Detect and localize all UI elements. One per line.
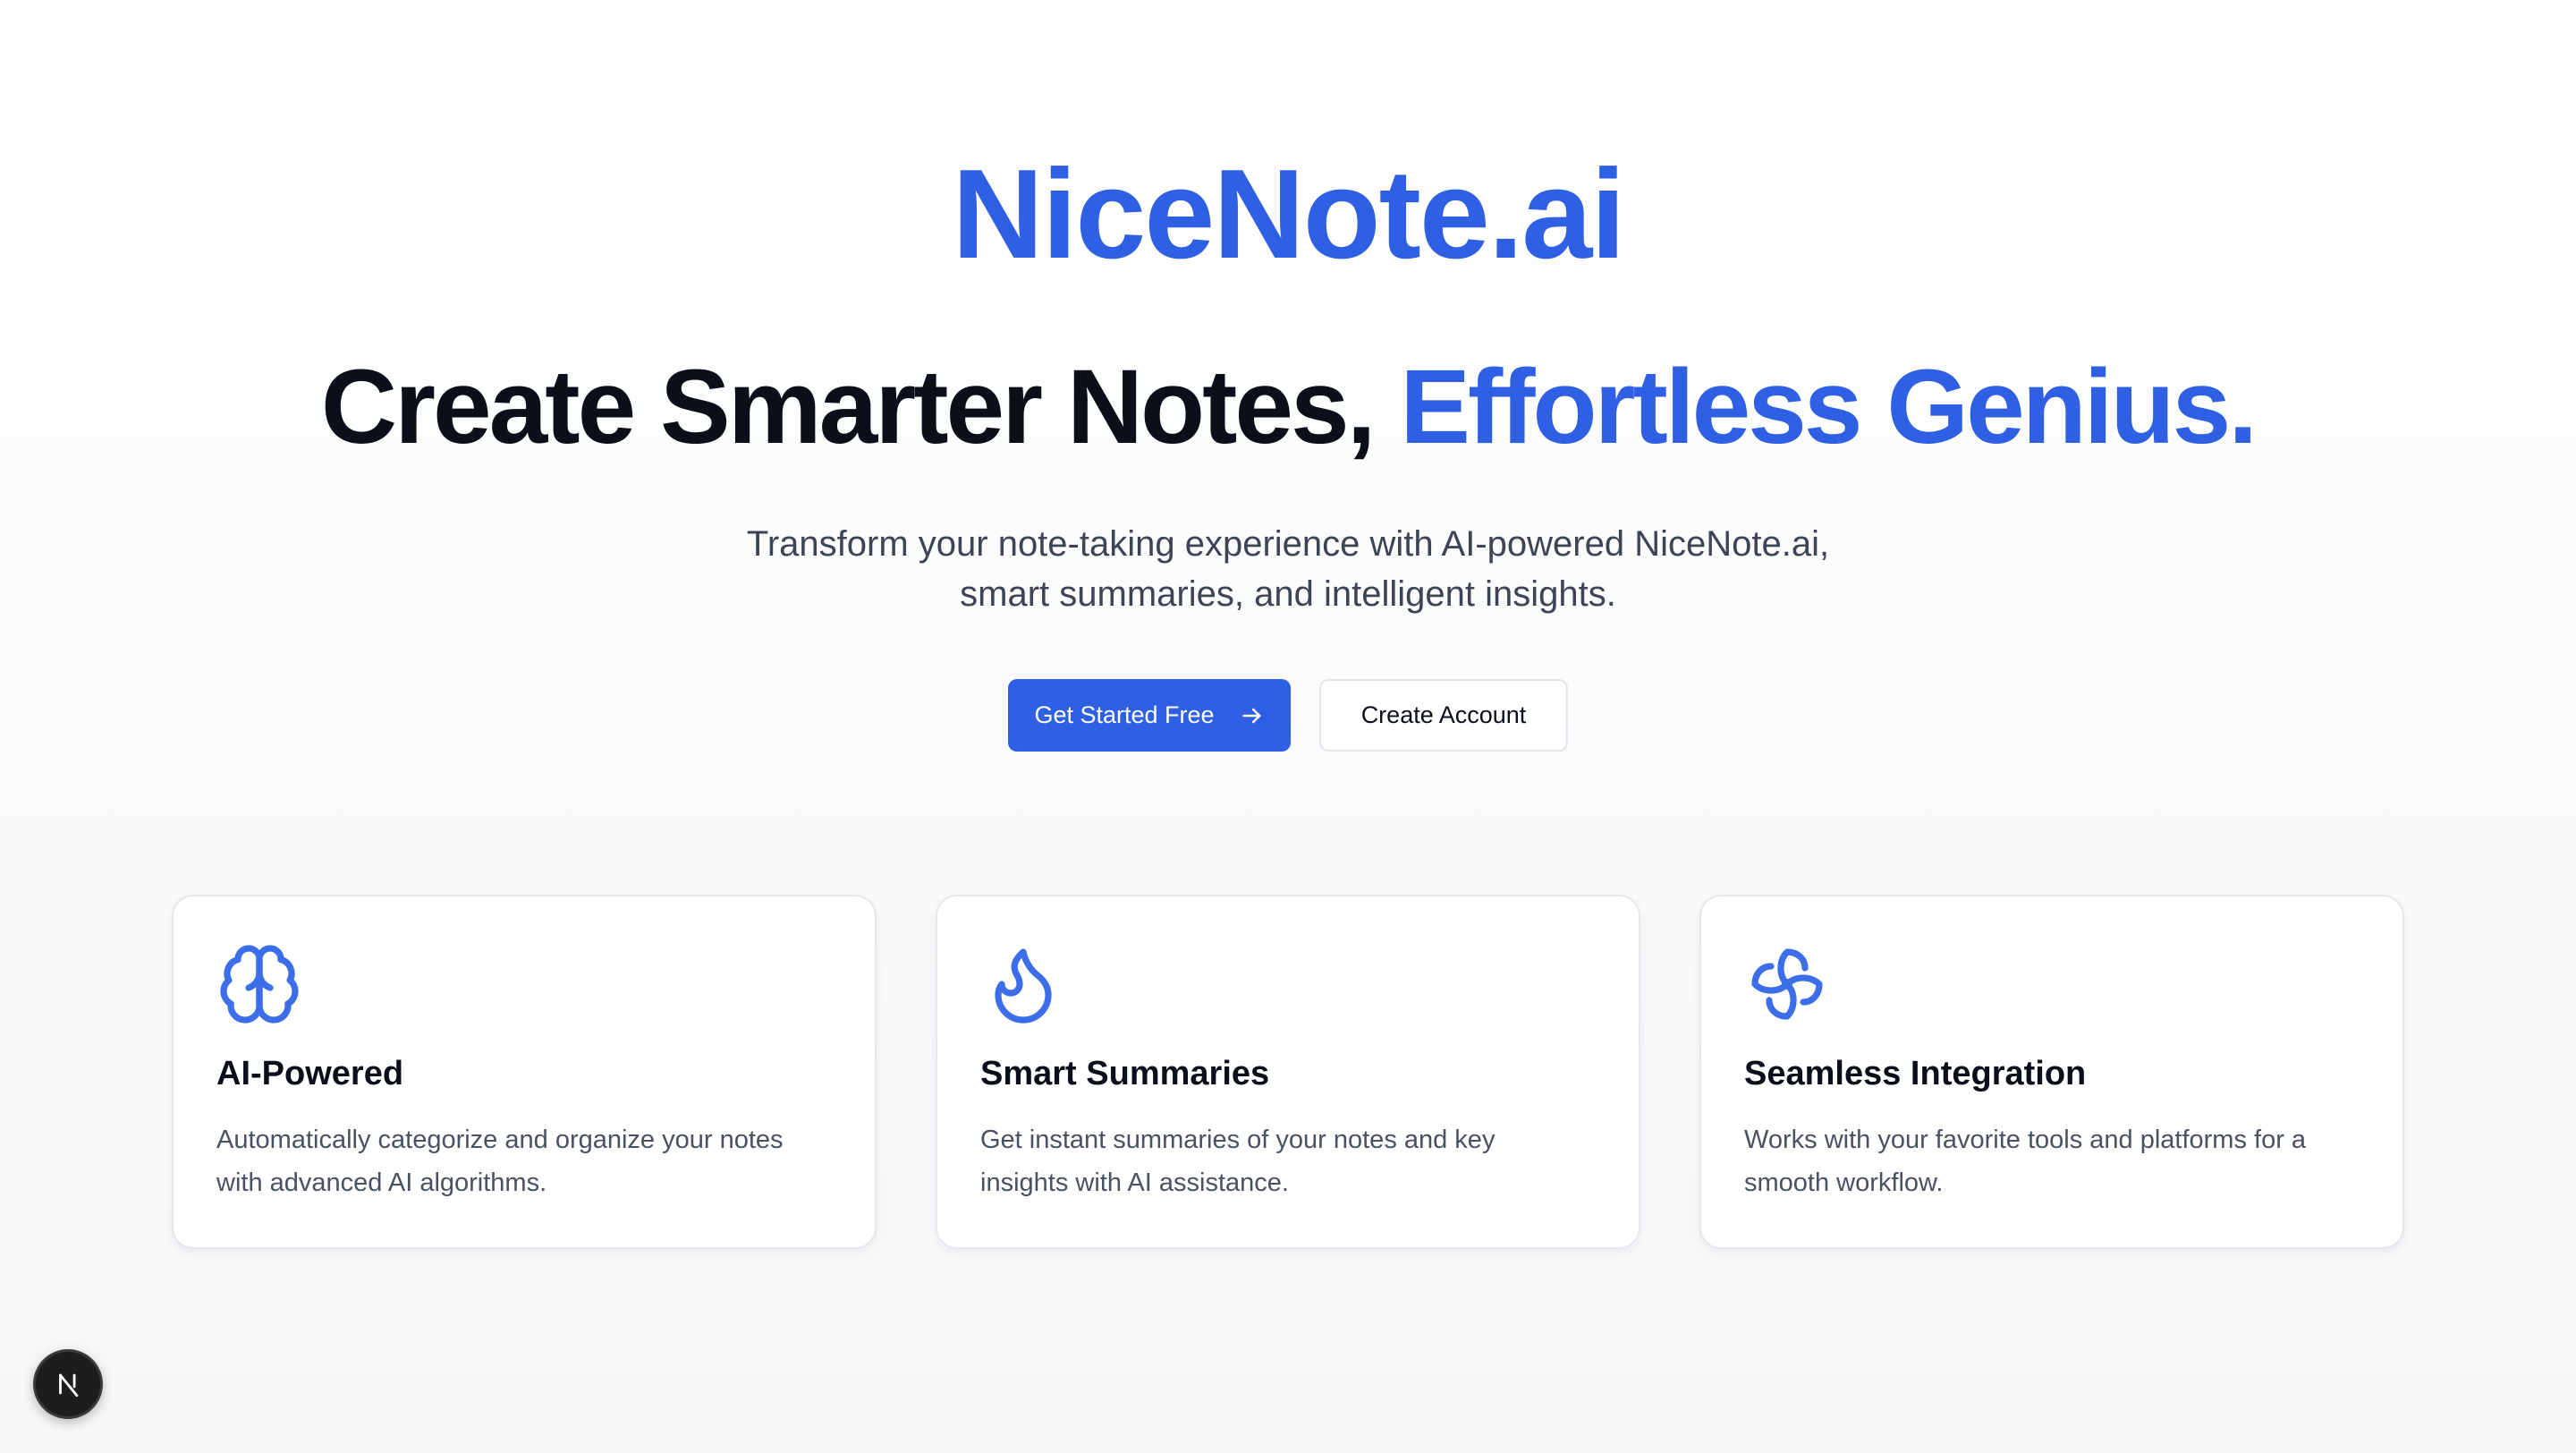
get-started-label: Get Started Free — [1034, 701, 1215, 728]
feature-cards: AI-Powered Automatically categorize and … — [172, 895, 2404, 1249]
get-started-button[interactable]: Get Started Free — [1008, 679, 1291, 752]
feature-title: Seamless Integration — [1744, 1055, 2087, 1092]
feature-title: Smart Summaries — [980, 1055, 1270, 1092]
headline-accent: Effortless Genius. — [1400, 348, 2258, 466]
feature-card-seamless-integration: Seamless Integration Works with your fav… — [1699, 895, 2404, 1249]
feature-description: Automatically categorize and organize yo… — [216, 1126, 784, 1197]
cta-row: Get Started Free Create Account — [0, 679, 2576, 752]
flame-icon — [980, 941, 1066, 1027]
hero-subtitle: Transform your note-taking experience wi… — [746, 524, 1830, 614]
feature-description: Get instant summaries of your notes and … — [980, 1126, 1496, 1197]
brain-icon — [216, 941, 302, 1027]
create-account-label: Create Account — [1360, 701, 1527, 728]
pinwheel-icon — [1744, 941, 1830, 1027]
headline-primary: Create Smarter Notes, — [320, 348, 1377, 466]
arrow-right-icon — [1241, 708, 1260, 723]
nextjs-logo-icon — [59, 1373, 79, 1398]
create-account-button[interactable]: Create Account — [1319, 679, 1568, 752]
hero-headline: Create Smarter Notes, Effortless Genius. — [0, 344, 2576, 470]
feature-description: Works with your favorite tools and platf… — [1744, 1126, 2307, 1197]
feature-title: AI-Powered — [216, 1055, 404, 1092]
brand-logo-text: NiceNote.ai — [952, 143, 1625, 285]
nextjs-dev-badge[interactable] — [33, 1349, 103, 1419]
feature-card-ai-powered: AI-Powered Automatically categorize and … — [172, 895, 877, 1249]
feature-card-smart-summaries: Smart Summaries Get instant summaries of… — [936, 895, 1640, 1249]
